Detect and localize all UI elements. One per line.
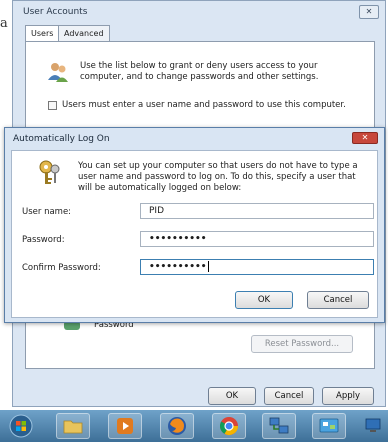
stray-text: a [0, 16, 8, 31]
users-icon [48, 63, 68, 82]
chrome-icon [219, 417, 238, 436]
taskbar-firefox[interactable] [160, 413, 194, 439]
dialog-ok-button[interactable]: OK [235, 291, 293, 309]
users-description: Use the list below to grant or deny user… [80, 61, 319, 82]
control-panel-icon [319, 418, 339, 433]
user-name-field[interactable]: PID [140, 203, 374, 219]
dialog-title: Automatically Log On [13, 134, 110, 144]
taskbar-media-player[interactable] [108, 413, 142, 439]
taskbar [0, 410, 388, 442]
cancel-button[interactable]: Cancel [264, 387, 314, 405]
confirm-password-value: •••••••••• [149, 262, 207, 272]
tab-advanced[interactable]: Advanced [58, 25, 110, 41]
media-player-icon [117, 418, 133, 434]
keys-icon [39, 160, 60, 184]
auto-logon-dialog: Automatically Log On ✕ You can set up yo… [4, 127, 385, 323]
taskbar-control-panel[interactable] [312, 413, 346, 439]
text-caret [207, 261, 209, 272]
taskbar-remote-desktop[interactable] [360, 413, 388, 439]
confirm-password-field[interactable]: •••••••••• [140, 259, 374, 275]
close-icon[interactable]: ✕ [359, 5, 379, 19]
remote-desktop-icon [365, 418, 381, 432]
password-field[interactable]: •••••••••• [140, 231, 374, 247]
start-button[interactable] [4, 413, 38, 439]
network-icon [269, 417, 289, 434]
window-title: User Accounts [23, 7, 88, 17]
tab-users[interactable]: Users [25, 25, 60, 42]
reset-password-button[interactable]: Reset Password... [251, 335, 353, 353]
require-password-label: Users must enter a user name and passwor… [62, 100, 346, 110]
dialog-description: You can set up your computer so that use… [78, 161, 358, 193]
firefox-icon [168, 417, 186, 435]
dialog-body: You can set up your computer so that use… [11, 150, 378, 318]
apply-button[interactable]: Apply [322, 387, 374, 405]
user-name-label: User name: [22, 207, 72, 217]
password-label: Password: [22, 235, 65, 245]
taskbar-network[interactable] [262, 413, 296, 439]
confirm-password-label: Confirm Password: [22, 263, 101, 273]
ok-button[interactable]: OK [208, 387, 256, 405]
taskbar-chrome[interactable] [212, 413, 246, 439]
taskbar-explorer[interactable] [56, 413, 90, 439]
windows-start-icon [9, 414, 33, 438]
folder-icon [63, 420, 83, 434]
require-password-checkbox[interactable] [48, 101, 57, 110]
dialog-close-icon[interactable]: ✕ [352, 132, 378, 144]
dialog-cancel-button[interactable]: Cancel [307, 291, 369, 309]
